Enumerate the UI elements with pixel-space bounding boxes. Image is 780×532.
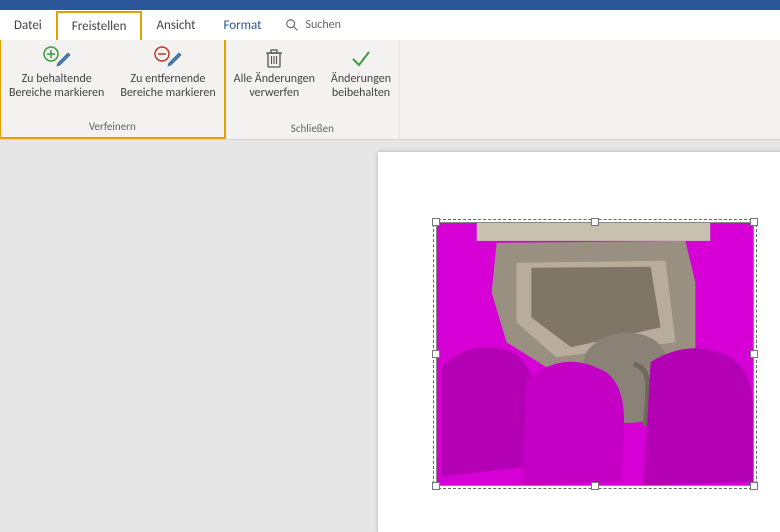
plus-pencil-icon bbox=[41, 44, 73, 72]
ribbon-group-verfeinern: Zu behaltende Bereiche markieren Zu entf… bbox=[0, 40, 226, 139]
mark-areas-to-keep-button[interactable]: Zu behaltende Bereiche markieren bbox=[1, 40, 112, 118]
search-icon bbox=[285, 18, 299, 32]
discard-label: Alle Änderungen verwerfen bbox=[234, 72, 315, 100]
mark-remove-label: Zu entfernende Bereiche markieren bbox=[120, 72, 215, 100]
keep-changes-button[interactable]: Änderungen beibehalten bbox=[323, 40, 399, 120]
minus-pencil-icon bbox=[152, 44, 184, 72]
group-caption-verfeinern: Verfeinern bbox=[89, 118, 136, 137]
mark-areas-to-remove-button[interactable]: Zu entfernende Bereiche markieren bbox=[112, 40, 223, 118]
resize-handle-ne[interactable] bbox=[750, 218, 758, 226]
keep-changes-label: Änderungen beibehalten bbox=[331, 72, 391, 100]
tab-ansicht[interactable]: Ansicht bbox=[142, 10, 209, 40]
title-bar bbox=[0, 0, 780, 10]
checkmark-icon bbox=[345, 44, 377, 72]
search-placeholder: Suchen bbox=[305, 18, 340, 32]
resize-handle-w[interactable] bbox=[432, 350, 440, 358]
resize-handle-s[interactable] bbox=[591, 482, 599, 490]
discard-all-changes-button[interactable]: Alle Änderungen verwerfen bbox=[226, 40, 323, 120]
document-area bbox=[0, 140, 780, 519]
tab-file[interactable]: Datei bbox=[0, 10, 56, 40]
selected-picture[interactable] bbox=[436, 222, 754, 486]
resize-handle-n[interactable] bbox=[591, 218, 599, 226]
search-box[interactable]: Suchen bbox=[275, 10, 350, 40]
ribbon-group-schliessen: Alle Änderungen verwerfen Änderungen bei… bbox=[226, 40, 400, 139]
group-caption-schliessen: Schließen bbox=[291, 120, 334, 139]
resize-handle-sw[interactable] bbox=[432, 482, 440, 490]
document-page bbox=[378, 152, 780, 532]
resize-handle-se[interactable] bbox=[750, 482, 758, 490]
ribbon: Zu behaltende Bereiche markieren Zu entf… bbox=[0, 40, 780, 140]
mark-keep-label: Zu behaltende Bereiche markieren bbox=[9, 72, 104, 100]
tab-format[interactable]: Format bbox=[209, 10, 275, 40]
resize-handle-nw[interactable] bbox=[432, 218, 440, 226]
trash-icon bbox=[258, 44, 290, 72]
background-removal-preview bbox=[437, 223, 753, 485]
ribbon-tabs: Datei Freistellen Ansicht Format Suchen bbox=[0, 10, 780, 40]
resize-handle-e[interactable] bbox=[750, 350, 758, 358]
tab-freistellen[interactable]: Freistellen bbox=[56, 11, 143, 40]
